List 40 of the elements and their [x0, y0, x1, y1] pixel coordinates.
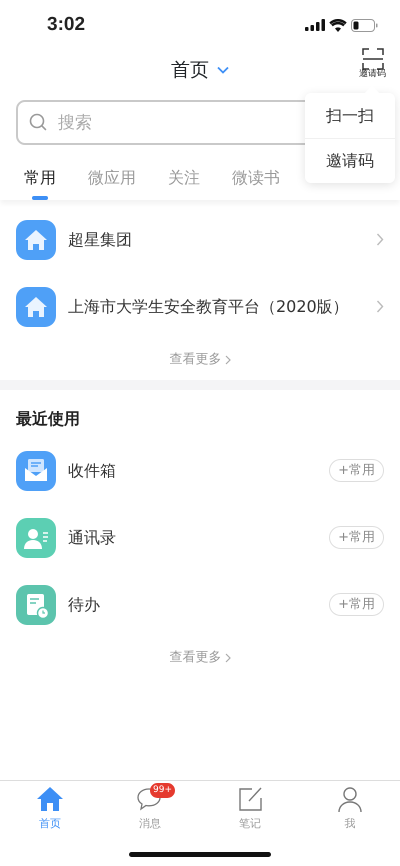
- view-more-link[interactable]: 查看更多: [170, 648, 230, 668]
- chevron-right-icon: [376, 233, 384, 246]
- signal-icon: [305, 19, 325, 31]
- battery-icon: [351, 18, 378, 32]
- chevron-icon: [217, 66, 229, 74]
- mail-app-icon: [16, 450, 56, 490]
- tab[interactable]: 常用: [24, 165, 56, 200]
- add-favorite-button[interactable]: +常用: [329, 526, 384, 550]
- scan-button[interactable]: 邀请码: [359, 48, 386, 79]
- todo-app-icon: [16, 584, 56, 624]
- title-dropdown[interactable]: 首页: [171, 56, 229, 84]
- count-badge: 99+: [150, 783, 175, 798]
- nav-tab[interactable]: 首页: [20, 781, 80, 866]
- tab[interactable]: 关注: [168, 165, 200, 200]
- nav-tab[interactable]: 我: [320, 781, 380, 866]
- contacts-app-icon: [16, 518, 56, 558]
- home-app-icon: [16, 286, 56, 326]
- list-item[interactable]: 超星集团: [0, 206, 400, 273]
- person-icon: [336, 785, 364, 813]
- tab[interactable]: 微读书: [232, 165, 280, 200]
- chevron-right-icon: [224, 355, 230, 365]
- nav-tab[interactable]: 笔记: [220, 781, 280, 866]
- menu-item[interactable]: 邀请码: [305, 138, 395, 183]
- app-name: 待办: [68, 594, 101, 616]
- app-name: 通讯录: [68, 526, 117, 548]
- chevron-right-icon: [224, 653, 230, 663]
- scan-icon: [362, 48, 384, 70]
- section-title: 最近使用: [15, 408, 81, 430]
- chevron-right-icon: [376, 300, 384, 313]
- home-icon: [36, 785, 64, 813]
- status-time: 3:02: [47, 12, 86, 37]
- tab[interactable]: 微应用: [88, 165, 136, 200]
- add-favorite-button[interactable]: +常用: [329, 458, 384, 482]
- home-app-icon: [16, 220, 56, 260]
- view-more-link[interactable]: 查看更多: [170, 350, 230, 370]
- add-favorite-button[interactable]: +常用: [329, 592, 384, 616]
- list-item[interactable]: 上海市大学生安全教育平台（2020版）: [0, 273, 400, 340]
- search-icon: [29, 113, 47, 131]
- app-name: 收件箱: [68, 460, 117, 482]
- wifi-icon: [329, 18, 347, 32]
